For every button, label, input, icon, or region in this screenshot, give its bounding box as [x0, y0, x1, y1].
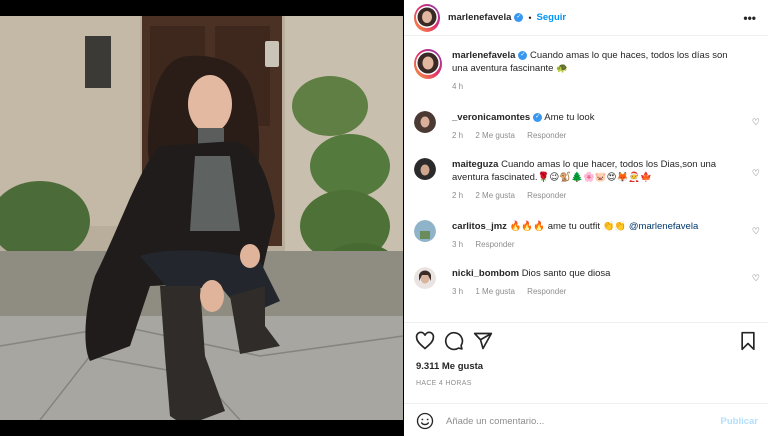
comment-body: nicki_bombom Dios santo que diosa 3 h 1 …: [452, 267, 742, 298]
comment-mention[interactable]: @marlenefavela: [629, 221, 698, 232]
more-options-icon[interactable]: •••: [743, 11, 756, 25]
separator-dot: •: [528, 12, 532, 23]
comment-likes[interactable]: 2 Me gusta: [475, 131, 515, 140]
emoji-icon[interactable]: [416, 412, 434, 430]
verified-badge-icon: ✓: [533, 112, 543, 122]
post-header: marlenefavela ✓ • Seguir •••: [404, 0, 768, 36]
author-username[interactable]: marlenefavela: [448, 12, 511, 23]
comment-likes[interactable]: 1 Me gusta: [475, 287, 515, 296]
comment-heart-icon[interactable]: ♡: [752, 168, 760, 179]
post-viewer: marlenefavela ✓ • Seguir ••• marlenefave…: [0, 0, 768, 436]
comment-meta: 3 h Responder: [452, 238, 742, 251]
comment-heart-icon[interactable]: ♡: [752, 273, 760, 284]
comment-username[interactable]: _veronicamontes: [452, 112, 530, 123]
comment-meta: 2 h 2 Me gusta Responder: [452, 189, 742, 202]
comment-time: 3 h: [452, 287, 464, 296]
post-photo[interactable]: [0, 16, 403, 420]
comment-meta: 3 h 1 Me gusta Responder: [452, 285, 742, 298]
reply-button[interactable]: Responder: [527, 131, 566, 140]
comment-time: 2 h: [452, 131, 464, 140]
share-icon[interactable]: [473, 331, 493, 351]
verified-badge-icon: ✓: [518, 50, 528, 60]
comment-text: Dios santo que diosa: [521, 268, 611, 279]
caption-avatar-ring[interactable]: [414, 49, 442, 79]
comment-body: maiteguza Cuando amas lo que hacer, todo…: [452, 158, 742, 202]
caption-time: 4 h: [452, 82, 464, 91]
comment-avatar[interactable]: [414, 267, 436, 291]
comment-username[interactable]: nicki_bombom: [452, 268, 519, 279]
comment-text: Ame tu look: [544, 112, 595, 123]
post-side-panel: marlenefavela ✓ • Seguir ••• marlenefave…: [404, 0, 768, 436]
caption-meta: 4 h: [452, 80, 742, 93]
comment-time: 2 h: [452, 191, 464, 200]
comment-time: 3 h: [452, 240, 464, 249]
comment-input[interactable]: Añade un comentario...: [446, 416, 544, 427]
post-actions: 9.311 Me gusta HACE 4 HORAS: [404, 322, 768, 400]
comment-meta: 2 h 2 Me gusta Responder: [452, 129, 742, 142]
comment-avatar[interactable]: [414, 220, 436, 244]
heart-icon[interactable]: [415, 331, 435, 351]
bookmark-icon[interactable]: [738, 331, 758, 351]
post-time: HACE 4 HORAS: [416, 380, 472, 387]
comment-username[interactable]: carlitos_jmz: [452, 221, 507, 232]
likes-count[interactable]: 9.311 Me gusta: [416, 361, 483, 372]
comment-composer: Añade un comentario... Publicar: [404, 403, 768, 436]
verified-badge-icon: ✓: [514, 13, 524, 22]
caption-avatar: [416, 51, 440, 75]
comment-icon[interactable]: [444, 331, 464, 351]
publish-button[interactable]: Publicar: [721, 416, 759, 427]
comment-username[interactable]: maiteguza: [452, 159, 498, 170]
comment-avatar[interactable]: [414, 111, 436, 135]
comment-body: _veronicamontes ✓ Ame tu look 2 h 2 Me gu…: [452, 111, 742, 142]
comment-likes[interactable]: 2 Me gusta: [475, 191, 515, 200]
post-photo-illustration: [0, 16, 403, 420]
comment-body: carlitos_jmz 🔥🔥🔥 ame tu outfit 👏👏 @marle…: [452, 220, 742, 251]
reply-button[interactable]: Responder: [527, 287, 566, 296]
comment-avatar[interactable]: [414, 158, 436, 182]
comment-heart-icon[interactable]: ♡: [752, 117, 760, 128]
reply-button[interactable]: Responder: [475, 240, 514, 249]
comments-list: marlenefavela ✓ Cuando amas lo que haces,…: [404, 37, 768, 320]
author-avatar: [416, 5, 438, 28]
caption-username[interactable]: marlenefavela: [452, 50, 515, 61]
reply-button[interactable]: Responder: [527, 191, 566, 200]
caption-body: marlenefavela ✓ Cuando amas lo que haces,…: [452, 49, 742, 93]
author-avatar-ring[interactable]: [414, 3, 440, 32]
comment-text: 🔥🔥🔥 ame tu outfit 👏👏: [509, 221, 629, 232]
comment-heart-icon[interactable]: ♡: [752, 226, 760, 237]
follow-button[interactable]: Seguir: [537, 12, 567, 23]
